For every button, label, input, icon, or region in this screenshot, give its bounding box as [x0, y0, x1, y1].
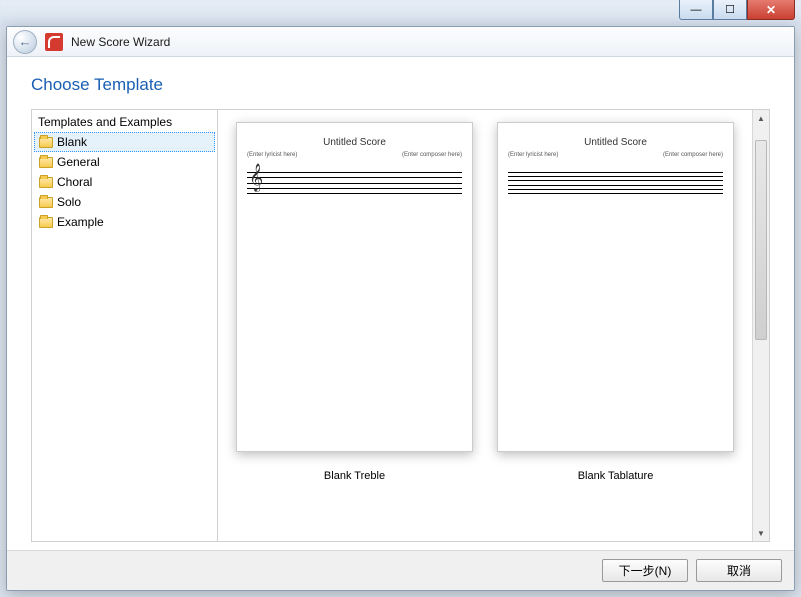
preview-title: Untitled Score [508, 137, 723, 148]
template-area: Untitled Score(Enter lyricist here)(Ente… [218, 110, 769, 541]
folder-icon [39, 197, 53, 208]
wizard-window: ← New Score Wizard Choose Template Templ… [6, 26, 795, 591]
tree-item-label: Example [57, 215, 104, 229]
treble-clef-icon: 𝄞 [249, 166, 263, 190]
scroll-up-icon[interactable]: ▲ [753, 110, 769, 126]
maximize-button[interactable]: ☐ [713, 0, 747, 20]
window-title: New Score Wizard [71, 35, 170, 49]
preview-composer: (Enter composer here) [663, 152, 723, 158]
wizard-body: Choose Template Templates and Examples B… [7, 57, 794, 550]
template-scrollbar[interactable]: ▲ ▼ [752, 110, 769, 541]
template-preview: Untitled Score(Enter lyricist here)(Ente… [497, 122, 734, 452]
folder-icon [39, 137, 53, 148]
wizard-footer: 下一步(N) 取消 [7, 550, 794, 590]
scroll-thumb[interactable] [755, 140, 767, 340]
content-row: Templates and Examples Blank General Chora… [31, 109, 770, 542]
scroll-down-icon[interactable]: ▼ [753, 525, 769, 541]
template-preview: Untitled Score(Enter lyricist here)(Ente… [236, 122, 473, 452]
close-icon: ✕ [766, 3, 776, 17]
next-button[interactable]: 下一步(N) [602, 559, 688, 582]
tree-item-choral[interactable]: Choral [34, 172, 215, 192]
cancel-button[interactable]: 取消 [696, 559, 782, 582]
wizard-header: ← New Score Wizard [7, 27, 794, 57]
preview-credits: (Enter lyricist here) (Enter composer her… [508, 152, 723, 158]
preview-composer: (Enter composer here) [402, 152, 462, 158]
template-label: Blank Treble [324, 470, 385, 482]
template-grid: Untitled Score(Enter lyricist here)(Ente… [218, 110, 752, 541]
tree-item-label: Choral [57, 175, 92, 189]
tree-item-label: General [57, 155, 100, 169]
preview-title: Untitled Score [247, 137, 462, 148]
minimize-icon: — [691, 4, 702, 16]
folder-icon [39, 157, 53, 168]
page-title: Choose Template [31, 75, 770, 95]
tree-item-label: Solo [57, 195, 81, 209]
preview-lyricist: (Enter lyricist here) [247, 152, 297, 158]
tree-item-label: Blank [57, 135, 87, 149]
tree-item-general[interactable]: General [34, 152, 215, 172]
arrow-left-icon: ← [19, 34, 32, 49]
template-tree: Templates and Examples Blank General Chora… [32, 110, 218, 541]
template-card[interactable]: Untitled Score(Enter lyricist here)(Ente… [497, 122, 734, 529]
tree-item-solo[interactable]: Solo [34, 192, 215, 212]
treble-staff: 𝄞 [247, 172, 462, 194]
window-controls: — ☐ ✕ [679, 0, 795, 20]
maximize-icon: ☐ [725, 3, 735, 16]
folder-icon [39, 217, 53, 228]
folder-icon [39, 177, 53, 188]
preview-credits: (Enter lyricist here) (Enter composer her… [247, 152, 462, 158]
back-button[interactable]: ← [13, 30, 37, 54]
close-button[interactable]: ✕ [747, 0, 795, 20]
preview-lyricist: (Enter lyricist here) [508, 152, 558, 158]
tree-item-blank[interactable]: Blank [34, 132, 215, 152]
tree-item-example[interactable]: Example [34, 212, 215, 232]
template-card[interactable]: Untitled Score(Enter lyricist here)(Ente… [236, 122, 473, 529]
app-icon [45, 33, 63, 51]
minimize-button[interactable]: — [679, 0, 713, 20]
tree-header: Templates and Examples [34, 112, 215, 132]
template-label: Blank Tablature [578, 470, 654, 482]
tablature-staff [508, 172, 723, 194]
